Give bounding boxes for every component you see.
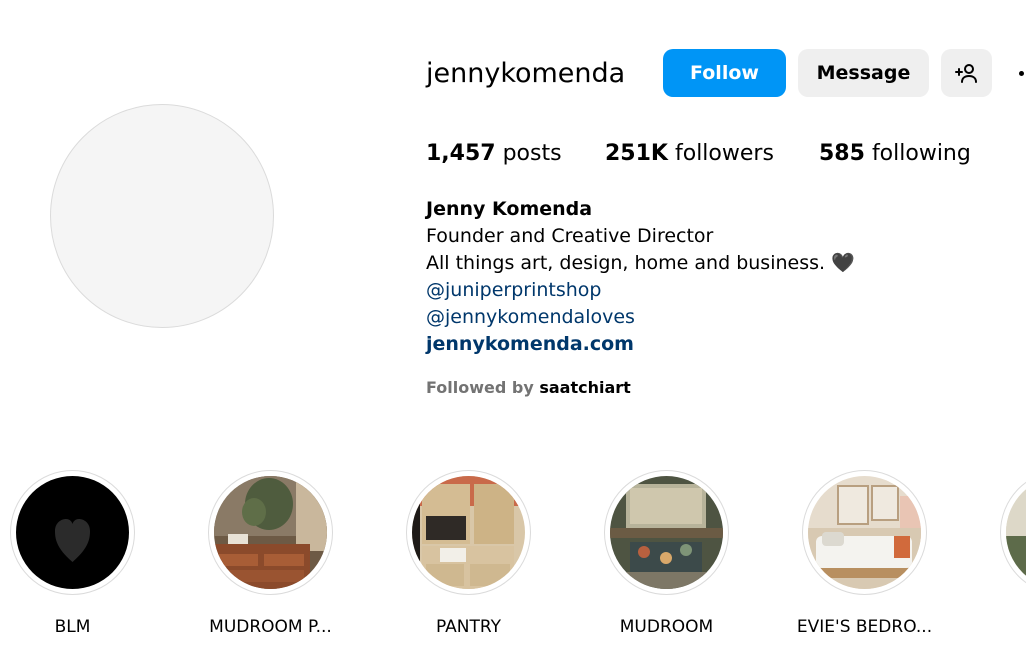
following-label: following	[871, 141, 971, 166]
more-options-icon	[1019, 70, 1024, 76]
following-count: 585	[819, 141, 865, 166]
bio-line-2-wrap: All things art, design, home and busines…	[426, 250, 855, 277]
posts-stat: 1,457 posts	[426, 139, 562, 169]
highlight-label: MUDROOM P...	[209, 617, 332, 637]
profile-bio: Jenny Komenda Founder and Creative Direc…	[426, 196, 855, 358]
highlight-cover	[610, 476, 723, 589]
highlight-label: BLM	[54, 617, 91, 637]
heart-icon	[55, 519, 90, 562]
bio-line-2: All things art, design, home and busines…	[426, 252, 826, 274]
website-link[interactable]: jennykomenda.com	[426, 331, 855, 358]
posts-label: posts	[502, 141, 562, 166]
posts-count: 1,457	[426, 141, 496, 166]
follow-button[interactable]: Follow	[663, 49, 786, 97]
bio-line-1: Founder and Creative Director	[426, 225, 714, 247]
followers-stat[interactable]: 251K followers	[605, 139, 774, 169]
highlight-blm[interactable]: BLM	[10, 470, 135, 637]
highlight-cover	[808, 476, 921, 589]
highlight-label: PANTRY	[435, 617, 501, 637]
highlight-cover	[412, 476, 525, 589]
bedroom-photo	[808, 476, 921, 589]
full-name: Jenny Komenda	[426, 198, 593, 220]
highlight-mudroom[interactable]: MUDROOM	[604, 470, 729, 637]
following-stat[interactable]: 585 following	[819, 139, 971, 169]
add-user-button[interactable]	[941, 49, 992, 97]
mudroom-photo	[214, 476, 327, 589]
followed-by-prefix: Followed by	[426, 378, 534, 397]
highlight-partial[interactable]	[1000, 470, 1026, 630]
highlight-mudroom-p[interactable]: MUDROOM P...	[208, 470, 333, 637]
highlight-evies-bedroom[interactable]: EVIE'S BEDRO...	[797, 470, 932, 637]
pantry-photo	[412, 476, 525, 589]
person-add-icon	[954, 64, 977, 83]
highlight-cover	[16, 476, 129, 589]
highlight-pantry[interactable]: PANTRY	[406, 470, 531, 637]
followed-by-user: saatchiart	[539, 378, 631, 397]
profile-avatar[interactable]	[50, 104, 274, 328]
mudroom-bench-photo	[610, 476, 723, 589]
profile-username: jennykomenda	[426, 58, 626, 89]
followed-by[interactable]: Followed by saatchiart	[426, 377, 631, 399]
mention-jennykomendaloves[interactable]: @jennykomendaloves	[426, 304, 855, 331]
followers-label: followers	[674, 141, 774, 166]
message-button[interactable]: Message	[798, 49, 929, 97]
highlight-label: MUDROOM	[619, 617, 714, 637]
more-options-button[interactable]	[1015, 49, 1026, 97]
mention-juniperprintshop[interactable]: @juniperprintshop	[426, 277, 855, 304]
highlight-cover	[214, 476, 327, 589]
highlight-label: EVIE'S BEDRO...	[796, 617, 933, 637]
black-heart-emoji: 🖤	[831, 252, 855, 274]
followers-count: 251K	[605, 141, 668, 166]
